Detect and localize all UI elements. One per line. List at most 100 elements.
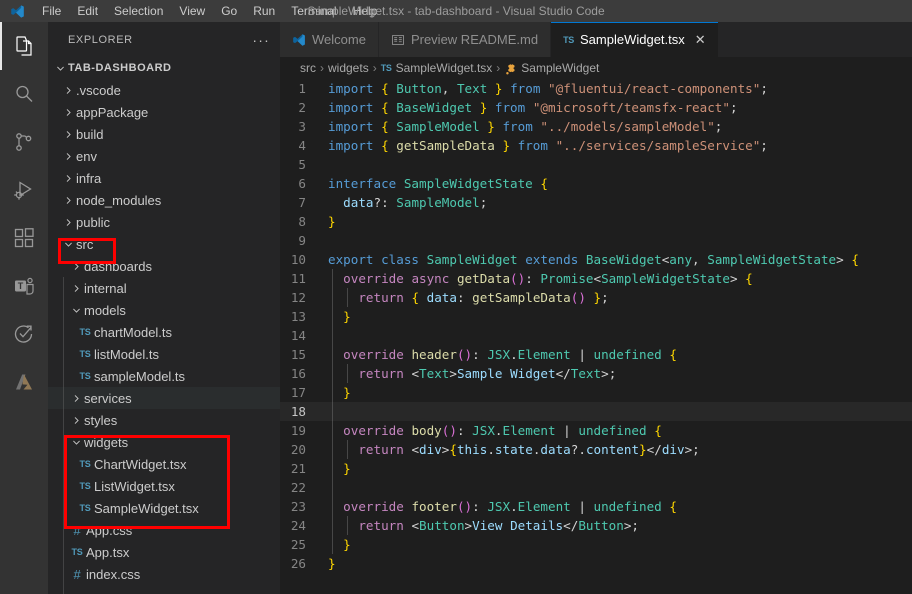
tree-item-models[interactable]: models: [48, 299, 280, 321]
tree-item-build[interactable]: build: [48, 123, 280, 145]
code-line[interactable]: 24 return <Button>View Details</Button>;: [280, 516, 912, 535]
tree-item-node-modules[interactable]: node_modules: [48, 189, 280, 211]
chevron-right-icon[interactable]: [68, 277, 84, 299]
menu-view[interactable]: View: [171, 0, 213, 22]
tree-item-app-tsx[interactable]: TS App.tsx: [48, 541, 280, 563]
tree-item-internal[interactable]: internal: [48, 277, 280, 299]
tree-item-samplewidget-tsx[interactable]: TS SampleWidget.tsx: [48, 497, 280, 519]
breadcrumb-item-symbol[interactable]: SampleWidget: [521, 61, 599, 75]
close-icon[interactable]: ✕: [695, 32, 706, 48]
tree-item-samplemodel-ts[interactable]: TS sampleModel.ts: [48, 365, 280, 387]
code-line[interactable]: 17 }: [280, 383, 912, 402]
activity-run-debug[interactable]: [0, 166, 48, 214]
code-line[interactable]: 9: [280, 231, 912, 250]
tree-item-src[interactable]: src: [48, 233, 280, 255]
code-line[interactable]: 19 override body(): JSX.Element | undefi…: [280, 421, 912, 440]
breadcrumb-item-src[interactable]: src: [300, 61, 316, 75]
tree-item-listwidget-tsx[interactable]: TS ListWidget.tsx: [48, 475, 280, 497]
code-line[interactable]: 13 }: [280, 307, 912, 326]
code-line[interactable]: 15 override header(): JSX.Element | unde…: [280, 345, 912, 364]
chevron-right-icon[interactable]: [60, 211, 76, 233]
tree-item-apppackage[interactable]: appPackage: [48, 101, 280, 123]
chevron-right-icon[interactable]: [68, 255, 84, 277]
activity-azure[interactable]: [0, 358, 48, 406]
tree-item-widgets[interactable]: widgets: [48, 431, 280, 453]
activity-explorer[interactable]: [0, 22, 48, 70]
code-line[interactable]: 11 override async getData(): Promise<Sam…: [280, 269, 912, 288]
activity-extensions[interactable]: [0, 214, 48, 262]
chevron-down-icon[interactable]: [52, 57, 68, 79]
tree-item-tab-dashboard[interactable]: TAB-DASHBOARD: [48, 57, 280, 79]
tree-item-services[interactable]: services: [48, 387, 280, 409]
menu-edit[interactable]: Edit: [69, 0, 106, 22]
tree-item-chartmodel-ts[interactable]: TS chartModel.ts: [48, 321, 280, 343]
code-line[interactable]: 4 import { getSampleData } from "../servi…: [280, 136, 912, 155]
code-line[interactable]: 3 import { SampleModel } from "../models/…: [280, 117, 912, 136]
tree-item-app-css[interactable]: # App.css: [48, 519, 280, 541]
code-line[interactable]: 7 data?: SampleModel;: [280, 193, 912, 212]
code-line[interactable]: 18: [280, 402, 912, 421]
chevron-right-icon[interactable]: [60, 189, 76, 211]
code-line[interactable]: 26}: [280, 554, 912, 573]
tree-item-listmodel-ts[interactable]: TS listModel.ts: [48, 343, 280, 365]
activity-source-control[interactable]: [0, 118, 48, 166]
tree-item-env[interactable]: env: [48, 145, 280, 167]
code-line[interactable]: 16 return <Text>Sample Widget</Text>;: [280, 364, 912, 383]
class-symbol-icon: [504, 63, 517, 74]
chevron-right-icon[interactable]: [60, 101, 76, 123]
menu-terminal[interactable]: Terminal: [283, 0, 344, 22]
chevron-right-icon[interactable]: [68, 387, 84, 409]
code-line[interactable]: 25 }: [280, 535, 912, 554]
code-line[interactable]: 20 return <div>{this.state.data?.content…: [280, 440, 912, 459]
code-line[interactable]: 8}: [280, 212, 912, 231]
breadcrumb-item-widgets[interactable]: widgets: [328, 61, 369, 75]
chevron-right-icon[interactable]: [60, 123, 76, 145]
tab-preview-readme[interactable]: Preview README.md: [378, 22, 552, 57]
menu-run[interactable]: Run: [245, 0, 283, 22]
line-number: 25: [290, 537, 306, 552]
menu-go[interactable]: Go: [213, 0, 245, 22]
code-line[interactable]: 14: [280, 326, 912, 345]
code-line[interactable]: 12 return { data: getSampleData() };: [280, 288, 912, 307]
chevron-right-icon[interactable]: [60, 79, 76, 101]
tree-item-chartwidget-tsx[interactable]: TS ChartWidget.tsx: [48, 453, 280, 475]
ts-file-icon: TS: [380, 63, 392, 73]
chevron-down-icon[interactable]: [68, 431, 84, 453]
chevron-down-icon[interactable]: [60, 233, 76, 255]
code-line[interactable]: 22: [280, 478, 912, 497]
code-line[interactable]: 5: [280, 155, 912, 174]
menu-bar[interactable]: File Edit Selection View Go Run Terminal…: [34, 0, 385, 22]
tree-item-public[interactable]: public: [48, 211, 280, 233]
line-number: 23: [290, 499, 306, 514]
code-line[interactable]: 23 override footer(): JSX.Element | unde…: [280, 497, 912, 516]
menu-selection[interactable]: Selection: [106, 0, 171, 22]
tree-item-styles[interactable]: styles: [48, 409, 280, 431]
tab-welcome[interactable]: Welcome: [280, 22, 379, 57]
line-number: 21: [290, 461, 306, 476]
line-number: 3: [298, 119, 306, 134]
tree-item-dashboards[interactable]: dashboards: [48, 255, 280, 277]
file-tree[interactable]: TAB-DASHBOARD .vscode appPackage build env in…: [48, 57, 280, 585]
code-line[interactable]: 1 import { Button, Text } from "@fluentui…: [280, 79, 912, 98]
activity-teams-toolkit[interactable]: T: [0, 262, 48, 310]
menu-file[interactable]: File: [34, 0, 69, 22]
tree-item-index-css[interactable]: # index.css: [48, 563, 280, 585]
activity-search[interactable]: [0, 70, 48, 118]
breadcrumb-item-file[interactable]: SampleWidget.tsx: [396, 61, 493, 75]
chevron-right-icon[interactable]: [68, 409, 84, 431]
tree-item--vscode[interactable]: .vscode: [48, 79, 280, 101]
code-line[interactable]: 6 interface SampleWidgetState {: [280, 174, 912, 193]
activity-testing[interactable]: [0, 310, 48, 358]
more-actions-icon[interactable]: ···: [252, 33, 270, 47]
chevron-down-icon[interactable]: [68, 299, 84, 321]
chevron-right-icon[interactable]: [60, 167, 76, 189]
code-editor[interactable]: 1 import { Button, Text } from "@fluentui…: [280, 79, 912, 594]
chevron-right-icon[interactable]: [60, 145, 76, 167]
line-number: 7: [298, 195, 306, 210]
tree-item-infra[interactable]: infra: [48, 167, 280, 189]
code-line[interactable]: 2 import { BaseWidget } from "@microsoft/…: [280, 98, 912, 117]
code-line[interactable]: 10 export class SampleWidget extends Base…: [280, 250, 912, 269]
tab-samplewidget-tsx[interactable]: TS SampleWidget.tsx ✕: [551, 22, 719, 57]
code-line[interactable]: 21 }: [280, 459, 912, 478]
menu-help[interactable]: Help: [345, 0, 386, 22]
